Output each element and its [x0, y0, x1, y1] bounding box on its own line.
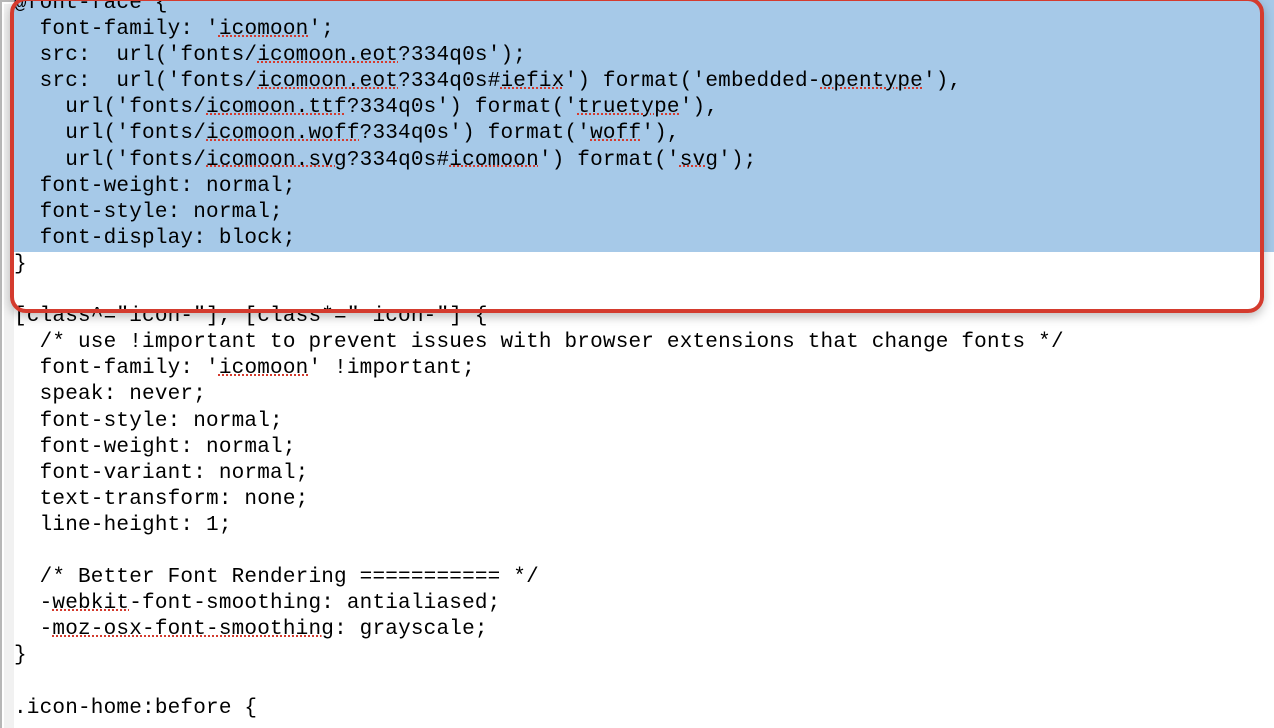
blank-line — [14, 669, 1274, 695]
code-line: font-style: normal; — [14, 409, 1274, 435]
code-line: url('fonts/icomoon.svg?334q0s#icomoon') … — [14, 148, 1274, 174]
code-line: /* use !important to prevent issues with… — [14, 330, 1274, 356]
code-line: font-display: block; — [14, 226, 1274, 252]
code-line: url('fonts/icomoon.woff?334q0s') format(… — [14, 121, 1274, 147]
editor-gutter — [4, 4, 14, 728]
code-line: speak: never; — [14, 382, 1274, 408]
code-line: font-weight: normal; — [14, 435, 1274, 461]
code-line: [class^="icon-"], [class*=" icon-"] { — [14, 304, 1274, 330]
code-line: } — [14, 643, 1274, 669]
code-line: .icon-home:before { — [14, 696, 1274, 722]
selected-block: @font-face { font-family: 'icomoon'; src… — [14, 0, 1274, 252]
editor-viewport: @font-face { font-family: 'icomoon'; src… — [0, 0, 1274, 728]
code-line: line-height: 1; — [14, 513, 1274, 539]
code-line: } — [14, 252, 1274, 278]
blank-line — [14, 539, 1274, 565]
code-line: font-weight: normal; — [14, 174, 1274, 200]
code-line: -moz-osx-font-smoothing: grayscale; — [14, 617, 1274, 643]
code-line: -webkit-font-smoothing: antialiased; — [14, 591, 1274, 617]
code-line: font-style: normal; — [14, 200, 1274, 226]
code-line: url('fonts/icomoon.ttf?334q0s') format('… — [14, 95, 1274, 121]
code-line: @font-face { — [14, 0, 1274, 17]
code-line: font-family: 'icomoon'; — [14, 17, 1274, 43]
code-line: font-variant: normal; — [14, 461, 1274, 487]
code-line: font-family: 'icomoon' !important; — [14, 356, 1274, 382]
code-line: /* Better Font Rendering =========== */ — [14, 565, 1274, 591]
code-line: src: url('fonts/icomoon.eot?334q0s#iefix… — [14, 69, 1274, 95]
code-content[interactable]: @font-face { font-family: 'icomoon'; src… — [14, 0, 1274, 722]
code-line: src: url('fonts/icomoon.eot?334q0s'); — [14, 43, 1274, 69]
code-line: text-transform: none; — [14, 487, 1274, 513]
blank-line — [14, 278, 1274, 304]
